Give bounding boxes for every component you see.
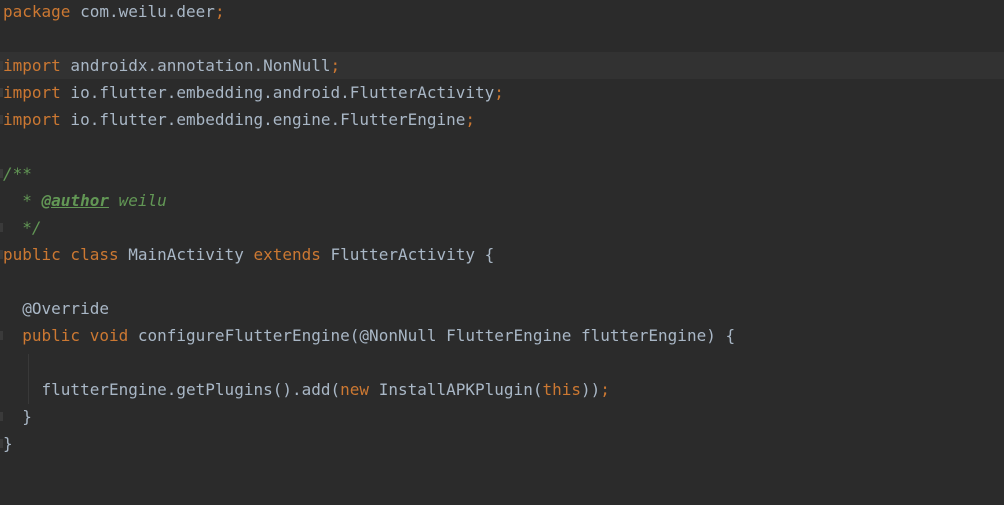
code-token: FlutterActivity { xyxy=(320,245,495,264)
code-line[interactable]: import io.flutter.embedding.engine.Flutt… xyxy=(0,106,1004,133)
code-text: */ xyxy=(3,214,42,241)
code-editor[interactable]: package com.weilu.deer; import androidx.a… xyxy=(0,0,1004,505)
code-token: ; xyxy=(494,83,504,102)
code-text: import androidx.annotation.NonNull; xyxy=(3,52,340,79)
code-line[interactable]: public class MainActivity extends Flutte… xyxy=(0,241,1004,268)
code-token: @Override xyxy=(3,299,109,318)
code-text: import io.flutter.embedding.android.Flut… xyxy=(3,79,504,106)
code-token: package xyxy=(3,2,71,21)
code-text: } xyxy=(3,430,13,457)
code-token: @author xyxy=(41,191,109,210)
code-line[interactable]: * @author weilu xyxy=(0,187,1004,214)
code-text: } xyxy=(3,403,32,430)
code-line[interactable]: } xyxy=(0,430,1004,457)
code-token: FlutterEngine flutterEngine) { xyxy=(436,326,736,345)
code-token: ; xyxy=(214,2,225,21)
code-token: import xyxy=(3,56,61,75)
code-line[interactable] xyxy=(0,268,1004,295)
code-text: * @author weilu xyxy=(3,187,167,214)
code-line[interactable]: } xyxy=(0,403,1004,430)
code-line[interactable]: package com.weilu.deer; xyxy=(0,0,1004,25)
code-token: import xyxy=(3,110,61,129)
code-token: )) xyxy=(580,380,601,399)
code-token: import xyxy=(3,83,61,102)
code-line[interactable]: import io.flutter.embedding.android.Flut… xyxy=(0,79,1004,106)
code-token: com.weilu.deer xyxy=(70,2,215,21)
code-text: public void configureFlutterEngine(@NonN… xyxy=(3,322,735,349)
code-token: io.flutter.embedding.engine.FlutterEngin… xyxy=(60,110,466,129)
code-token: } xyxy=(3,407,32,426)
code-text: import io.flutter.embedding.engine.Flutt… xyxy=(3,106,475,133)
code-token: ; xyxy=(330,56,341,75)
code-token: public class xyxy=(3,245,119,264)
code-line[interactable]: import androidx.annotation.NonNull; xyxy=(0,52,1004,79)
code-line[interactable]: */ xyxy=(0,214,1004,241)
code-token: configureFlutterEngine( xyxy=(128,326,360,345)
code-text: flutterEngine.getPlugins().add(new Insta… xyxy=(3,376,610,403)
code-token: public void xyxy=(22,326,129,345)
code-token: MainActivity xyxy=(118,245,254,264)
code-token: new xyxy=(340,380,370,399)
code-token: this xyxy=(542,380,581,399)
code-token: InstallAPKPlugin( xyxy=(369,380,543,399)
code-line[interactable]: flutterEngine.getPlugins().add(new Insta… xyxy=(0,376,1004,403)
code-text: package com.weilu.deer; xyxy=(3,0,225,25)
code-text: @Override xyxy=(3,295,109,322)
code-token: * xyxy=(3,191,42,210)
code-token: flutterEngine.getPlugins().add( xyxy=(3,380,341,399)
code-line[interactable] xyxy=(0,133,1004,160)
code-line[interactable]: /** xyxy=(0,160,1004,187)
code-line[interactable]: public void configureFlutterEngine(@NonN… xyxy=(0,322,1004,349)
code-token: androidx.annotation.NonNull xyxy=(60,56,331,75)
code-text: /** xyxy=(3,160,32,187)
code-token: /** xyxy=(3,164,32,183)
code-text: public class MainActivity extends Flutte… xyxy=(3,241,494,268)
code-token: io.flutter.embedding.android.FlutterActi… xyxy=(60,83,495,102)
code-token: ; xyxy=(465,110,476,129)
code-token: } xyxy=(3,434,13,453)
code-token: */ xyxy=(3,218,42,237)
code-token: extends xyxy=(253,245,321,264)
code-line[interactable]: @Override xyxy=(0,295,1004,322)
code-line[interactable] xyxy=(0,349,1004,376)
code-line[interactable] xyxy=(0,25,1004,52)
code-token: @NonNull xyxy=(359,326,437,345)
code-token: ; xyxy=(600,380,610,399)
code-token: weilu xyxy=(108,191,167,210)
